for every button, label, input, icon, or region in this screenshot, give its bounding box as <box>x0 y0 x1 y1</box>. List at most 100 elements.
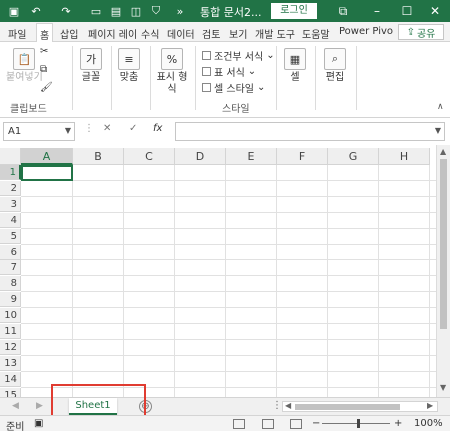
number-format-button[interactable]: % 표시 형식 <box>155 48 189 96</box>
scroll-down-icon[interactable]: ▼ <box>440 383 446 392</box>
insert-function-icon[interactable]: fx <box>153 123 162 134</box>
paste-button[interactable]: 📋 붙여넣기 <box>6 48 43 84</box>
tab-formulas[interactable]: 수식 <box>141 26 159 41</box>
zoom-in-button[interactable]: + <box>394 418 402 429</box>
format-painter-button[interactable]: 🖌 <box>40 82 53 93</box>
more-icon[interactable]: ⋮ <box>272 400 282 411</box>
column-header-f[interactable]: F <box>277 148 328 165</box>
normal-view-icon[interactable] <box>233 419 245 429</box>
cancel-icon[interactable]: ✕ <box>103 123 111 134</box>
copy-button[interactable]: ⧉ <box>40 64 47 75</box>
row-header-7[interactable]: 7 <box>0 260 21 276</box>
title-bar: ▣ ↶ ↷ ▭ ▤ ◫ ⛉ » 통합 문서2... 로그인 ⧉ – ☐ ✕ <box>0 0 450 22</box>
row-header-2[interactable]: 2 <box>0 180 21 196</box>
formula-input[interactable]: ▼ <box>175 122 445 141</box>
horizontal-scrollbar[interactable]: ◀ ▶ <box>282 401 438 412</box>
login-button[interactable]: 로그인 <box>271 3 317 19</box>
grid-line <box>21 323 436 324</box>
tab-help[interactable]: 도움말 <box>302 26 330 41</box>
share-button[interactable]: ⇪ 공유 <box>398 24 444 40</box>
scroll-left-icon[interactable]: ◀ <box>285 401 291 410</box>
restore-icon[interactable]: ⧉ <box>328 0 358 22</box>
tab-developer[interactable]: 개발 도구 <box>255 26 295 41</box>
add-sheet-icon[interactable]: ⊕ <box>139 400 152 413</box>
table-format-label: 표 서식 <box>214 68 245 79</box>
save-icon[interactable]: ▣ <box>6 3 22 19</box>
row-header-5[interactable]: 5 <box>0 228 21 244</box>
row-header-14[interactable]: 14 <box>0 371 21 387</box>
sheet-tab[interactable]: Sheet1 <box>69 398 117 415</box>
page-break-view-icon[interactable] <box>290 419 302 429</box>
font-button[interactable]: 가 글꼴 <box>80 48 102 84</box>
page-layout-view-icon[interactable] <box>262 419 274 429</box>
maximize-icon[interactable]: ☐ <box>392 0 422 22</box>
row-header-1[interactable]: 1 <box>0 165 21 180</box>
column-header-g[interactable]: G <box>328 148 379 165</box>
customize-icon[interactable]: » <box>172 3 188 19</box>
redo-icon[interactable]: ↷ <box>58 3 74 19</box>
tab-power-pivot[interactable]: Power Pivo <box>339 26 393 37</box>
tab-page-layout[interactable]: 페이지 레이 <box>88 26 137 41</box>
vertical-scrollbar[interactable]: ▲ ▼ <box>436 145 450 397</box>
minimize-icon[interactable]: – <box>362 0 392 22</box>
divider <box>276 46 277 110</box>
row-header-9[interactable]: 9 <box>0 292 21 308</box>
collapse-ribbon-icon[interactable]: ∧ <box>437 102 444 112</box>
alignment-button[interactable]: ≡ 맞춤 <box>118 48 140 84</box>
next-sheet-icon[interactable]: ▶ <box>36 401 43 411</box>
conditional-format-button[interactable]: 조건부 서식 ⌄ <box>202 48 275 63</box>
tab-view[interactable]: 보기 <box>229 26 247 41</box>
enter-icon[interactable]: ✓ <box>129 123 137 134</box>
column-header-c[interactable]: C <box>124 148 175 165</box>
cell-styles-button[interactable]: 셀 스타일 ⌄ <box>202 80 265 95</box>
row-header-11[interactable]: 11 <box>0 324 21 339</box>
scroll-right-icon[interactable]: ▶ <box>427 401 433 410</box>
grid-line <box>21 307 436 309</box>
row-header-6[interactable]: 6 <box>0 244 21 260</box>
column-header-b[interactable]: B <box>73 148 124 165</box>
row-header-3[interactable]: 3 <box>0 196 21 212</box>
row-header-4[interactable]: 4 <box>0 212 21 228</box>
tab-data[interactable]: 데이터 <box>167 26 195 41</box>
clipboard-icon: 📋 <box>13 48 36 70</box>
active-cell[interactable] <box>21 165 73 181</box>
shield-icon[interactable]: ⛉ <box>148 3 164 19</box>
tab-review[interactable]: 검토 <box>202 26 220 41</box>
scroll-up-icon[interactable]: ▲ <box>440 147 446 156</box>
undo-icon[interactable]: ↶ <box>28 3 44 19</box>
select-all-corner[interactable] <box>0 148 21 165</box>
row-header-8[interactable]: 8 <box>0 276 21 292</box>
column-header-e[interactable]: E <box>226 148 277 165</box>
cells-button[interactable]: ▦ 셀 <box>284 48 306 84</box>
zoom-level[interactable]: 100% <box>414 418 443 429</box>
align-icon: ≡ <box>118 48 140 70</box>
row-header-13[interactable]: 13 <box>0 355 21 371</box>
column-header-h[interactable]: H <box>379 148 430 165</box>
table-format-button[interactable]: 표 서식 ⌄ <box>202 64 256 79</box>
cut-button[interactable]: ✂ <box>40 46 48 57</box>
close-icon[interactable]: ✕ <box>420 0 450 22</box>
share-icon: ⇪ <box>406 26 415 38</box>
tab-home[interactable]: 홈 <box>36 23 54 42</box>
column-header-a[interactable]: A <box>21 148 73 165</box>
editing-button[interactable]: ⌕ 편집 <box>324 48 346 84</box>
row-header-15[interactable]: 15 <box>0 387 21 397</box>
name-box[interactable]: A1 ▼ <box>3 122 75 141</box>
row-header-12[interactable]: 12 <box>0 339 21 355</box>
zoom-slider[interactable] <box>322 423 390 424</box>
tab-insert[interactable]: 삽입 <box>60 26 78 41</box>
grid-line <box>21 211 436 213</box>
column-header-d[interactable]: D <box>175 148 226 165</box>
accessibility-icon[interactable]: ▣ <box>34 418 43 429</box>
scroll-thumb[interactable] <box>295 404 400 410</box>
new-file-icon[interactable]: ▭ <box>88 3 104 19</box>
zoom-slider-thumb[interactable] <box>357 419 360 428</box>
camera-icon[interactable]: ◫ <box>128 3 144 19</box>
row-header-10[interactable]: 10 <box>0 308 21 324</box>
prev-sheet-icon[interactable]: ◀ <box>12 401 19 411</box>
tab-file[interactable]: 파일 <box>8 26 26 41</box>
scroll-thumb[interactable] <box>440 159 447 329</box>
grid-line <box>72 165 73 397</box>
zoom-out-button[interactable]: − <box>312 418 320 429</box>
save-file-icon[interactable]: ▤ <box>108 3 124 19</box>
